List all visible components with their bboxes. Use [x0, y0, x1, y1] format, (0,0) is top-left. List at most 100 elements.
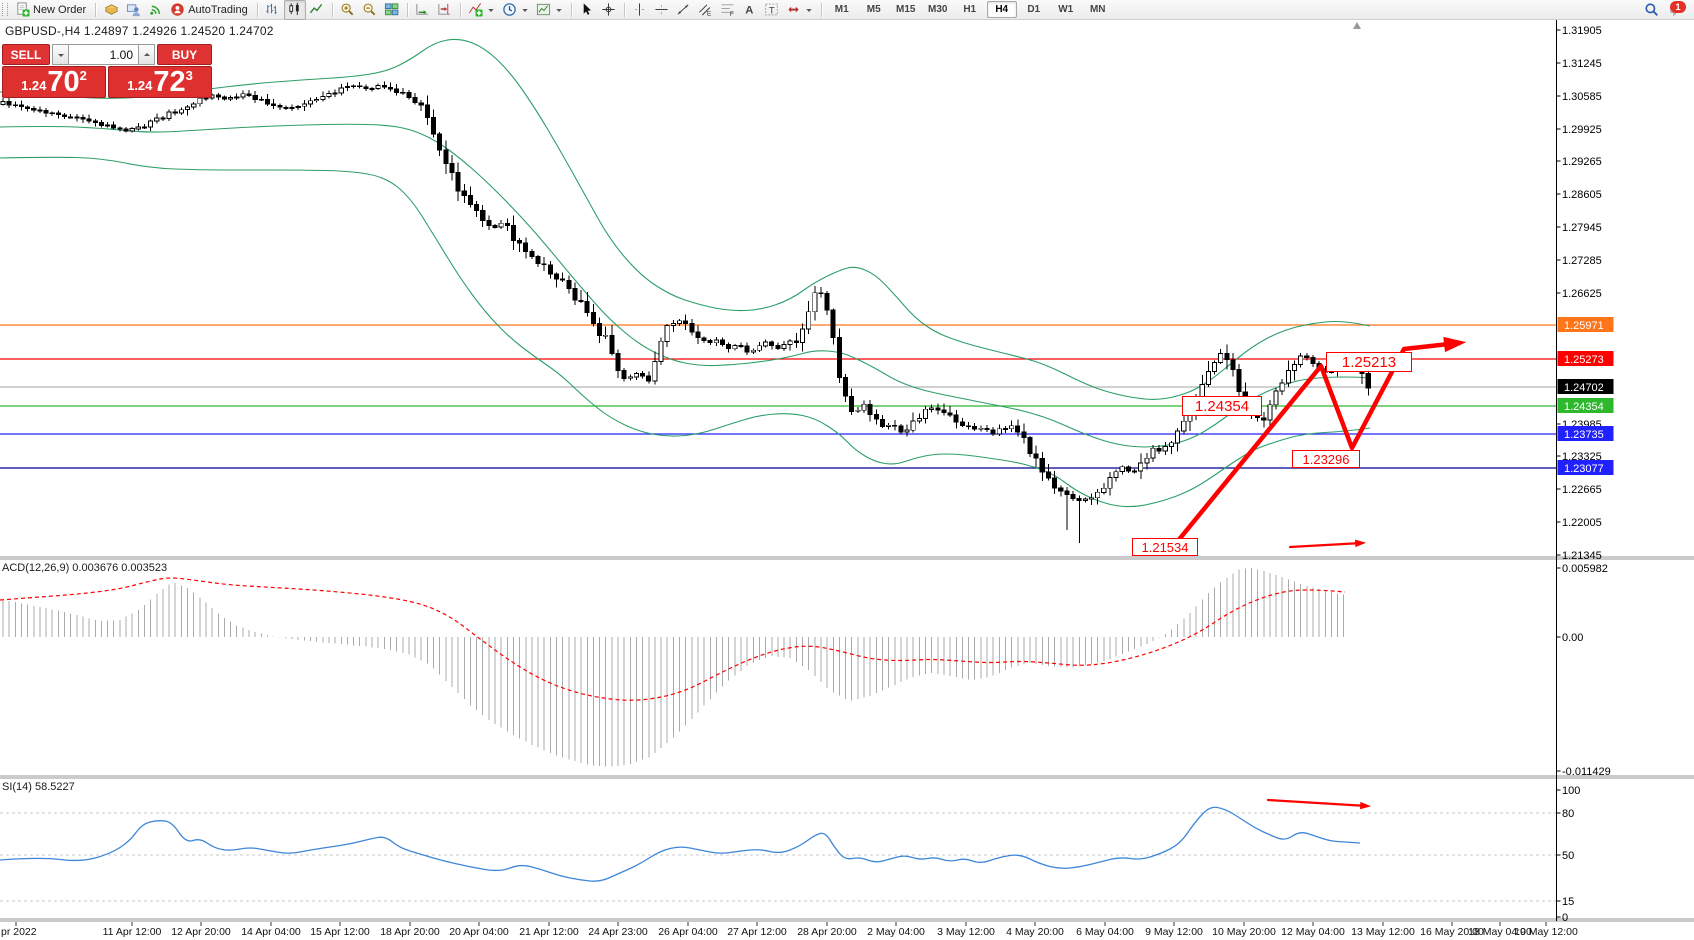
virtual-hosting-icon: [125, 2, 141, 18]
signals-button[interactable]: [144, 0, 166, 20]
buy-price-big: 72: [153, 69, 185, 95]
rsi-panel[interactable]: 1008050150: [0, 785, 1580, 924]
timeframe-button-m15[interactable]: M15: [891, 1, 921, 18]
time-tick-label: 19 May 12:00: [1514, 926, 1578, 938]
price-annotation-label[interactable]: 1.24354: [1182, 396, 1262, 416]
rsi-line: [0, 807, 1360, 881]
timeframe-button-mn[interactable]: MN: [1083, 1, 1113, 18]
time-tick-label: 11 Apr 12:00: [103, 926, 162, 938]
chart-shift-icon: [437, 2, 453, 18]
time-tick-label: 3 May 12:00: [937, 926, 995, 938]
volume-stepper: [52, 44, 155, 65]
templates-button[interactable]: [533, 0, 567, 20]
rsi-axis-label: 100: [1562, 785, 1580, 797]
fibonacci-button[interactable]: F: [717, 0, 739, 20]
panel-splitter[interactable]: [0, 557, 1694, 559]
price-tick-label: 1.31245: [1562, 58, 1602, 70]
timeframe-button-m1[interactable]: M1: [827, 1, 857, 18]
time-tick-label: 6 May 04:00: [1076, 926, 1134, 938]
text-button[interactable]: A: [739, 0, 761, 20]
price-annotation-label[interactable]: 1.25213: [1326, 352, 1412, 372]
one-click-trading-panel: SELL BUY 1.24 70 2 1.24 72 3: [2, 44, 212, 98]
text-label-button[interactable]: T: [761, 0, 783, 20]
trendline-button[interactable]: [673, 0, 695, 20]
virtual-hosting-button[interactable]: [122, 0, 144, 20]
cursor-button[interactable]: [576, 0, 598, 20]
price-tick-label: 1.27945: [1562, 222, 1602, 234]
candlestick-chart-button[interactable]: [284, 0, 306, 20]
indicators-button[interactable]: [465, 0, 499, 20]
history-center-button[interactable]: [100, 0, 122, 20]
sell-price-display[interactable]: 1.24 70 2: [2, 66, 106, 98]
horizontal-line-icon: [654, 2, 670, 18]
svg-text:T: T: [769, 5, 775, 15]
timeframe-button-h1[interactable]: H1: [955, 1, 985, 18]
new-order-icon: [14, 2, 30, 18]
chart-title: GBPUSD-,H4 1.24897 1.24926 1.24520 1.247…: [5, 24, 274, 38]
toolbar-separator: [571, 3, 572, 17]
panel-splitter[interactable]: [0, 919, 1694, 921]
price-tick-label: 1.29925: [1562, 124, 1602, 136]
fibonacci-icon: F: [720, 2, 736, 18]
toolbar-drag-handle[interactable]: [2, 3, 8, 16]
line-chart-icon: [309, 2, 325, 18]
equidistant-channel-button[interactable]: E: [695, 0, 717, 20]
arrows-icon: [786, 2, 802, 18]
buy-price-display[interactable]: 1.24 72 3: [108, 66, 212, 98]
price-annotation-label[interactable]: 1.21534: [1132, 538, 1198, 556]
time-tick-label: 15 Apr 12:00: [310, 926, 370, 938]
chart-shift-button[interactable]: [434, 0, 456, 20]
vertical-line-button[interactable]: [629, 0, 651, 20]
autotrading-button[interactable]: AutoTrading: [166, 0, 253, 20]
time-tick-label: 24 Apr 23:00: [588, 926, 648, 938]
rsi-axis-label: 15: [1562, 896, 1574, 908]
time-tick-label: 18 Apr 20:00: [380, 926, 440, 938]
macd-panel[interactable]: 0.0059820.00-0.011429: [0, 563, 1611, 778]
bu y-button[interactable]: BUY: [157, 44, 212, 65]
arrows-button[interactable]: [783, 0, 817, 20]
timeframe-button-w1[interactable]: W1: [1051, 1, 1081, 18]
horizontal-line-button[interactable]: [651, 0, 673, 20]
price-tick-label: 1.29265: [1562, 156, 1602, 168]
macd-axis-label: -0.011429: [1562, 766, 1611, 778]
bar-chart-button[interactable]: [262, 0, 284, 20]
time-tick-label: 2 May 04:00: [867, 926, 925, 938]
new-order-button[interactable]: New Order: [11, 0, 91, 20]
search-icon[interactable]: [1643, 2, 1659, 18]
timeframe-button-m5[interactable]: M5: [859, 1, 889, 18]
auto-scroll-button[interactable]: [412, 0, 434, 20]
buy-price-prefix: 1.24: [127, 78, 152, 93]
chevron-down-icon: [555, 2, 564, 18]
zoom-out-icon: [362, 2, 378, 18]
zoom-in-button[interactable]: [337, 0, 359, 20]
zoom-out-button[interactable]: [359, 0, 381, 20]
clock-icon: [502, 2, 518, 18]
time-tick-label: pr 2022: [1, 926, 37, 938]
line-chart-button[interactable]: [306, 0, 328, 20]
text-icon: A: [742, 2, 758, 18]
price-level-label: 1.23077: [1564, 463, 1604, 475]
volume-increase-button[interactable]: [138, 44, 155, 65]
timeframe-button-m30[interactable]: M30: [923, 1, 953, 18]
tile-windows-button[interactable]: [381, 0, 403, 20]
price-annotation-label[interactable]: 1.23296: [1292, 450, 1360, 468]
panel-splitter[interactable]: [0, 776, 1694, 778]
price-tick-label: 1.28605: [1562, 189, 1602, 201]
sell-price-pip: 2: [80, 68, 87, 83]
time-axis[interactable]: pr 202211 Apr 12:0012 Apr 20:0014 Apr 04…: [1, 922, 1578, 938]
gbpusd-h4-chart[interactable]: 1.319051.312451.305851.299251.292651.286…: [0, 0, 1694, 940]
periods-button[interactable]: [499, 0, 533, 20]
sell-button[interactable]: SELL: [2, 44, 50, 65]
candlesticks: [1, 81, 1370, 543]
crosshair-icon: [601, 2, 617, 18]
template-icon: [536, 2, 552, 18]
timeframe-button-h4[interactable]: H4: [987, 1, 1017, 18]
price-level-label: 1.25273: [1564, 354, 1604, 366]
timeframe-button-d1[interactable]: D1: [1019, 1, 1049, 18]
volume-input[interactable]: [69, 44, 138, 65]
svg-text:F: F: [730, 11, 734, 17]
crosshair-button[interactable]: [598, 0, 620, 20]
chart-shift-marker[interactable]: [1353, 22, 1361, 29]
rsi-indicator-label: SI(14) 58.5227: [2, 781, 75, 793]
volume-decrease-button[interactable]: [52, 44, 69, 65]
